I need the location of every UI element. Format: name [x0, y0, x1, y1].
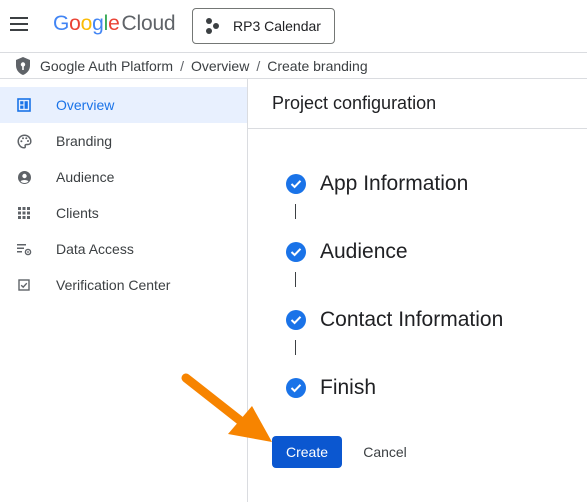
palette-icon — [15, 132, 33, 150]
sidebar-item-label: Clients — [56, 205, 99, 221]
person-icon — [15, 168, 33, 186]
step-connector — [295, 340, 296, 355]
sidebar-item-label: Data Access — [56, 241, 134, 257]
sidebar-item-overview[interactable]: Overview — [0, 87, 247, 123]
shield-icon — [16, 56, 30, 75]
breadcrumb-separator: / — [256, 57, 261, 74]
breadcrumb-current: Create branding — [267, 57, 368, 74]
breadcrumb-auth-platform[interactable]: Google Auth Platform — [40, 58, 173, 74]
step-connector — [295, 204, 296, 219]
check-circle-icon — [286, 378, 306, 398]
sidebar-item-label: Audience — [56, 169, 115, 185]
main-content: Project configuration App Information Au… — [248, 79, 587, 502]
sidebar-item-label: Branding — [56, 133, 113, 149]
settings-list-icon — [15, 240, 33, 258]
sidebar: Overview Branding Audience Clients Data … — [0, 79, 248, 502]
logo-cloud: Cloud — [121, 12, 176, 35]
step-label: App Information — [320, 172, 469, 195]
check-circle-icon — [286, 310, 306, 330]
breadcrumb: Google Auth Platform / Overview / Create… — [0, 52, 587, 79]
step-finish: Finish — [286, 376, 376, 400]
create-button[interactable]: Create — [272, 436, 342, 468]
step-connector — [295, 272, 296, 287]
page-title: Project configuration — [248, 79, 587, 129]
check-circle-icon — [286, 174, 306, 194]
sidebar-item-data-access[interactable]: Data Access — [0, 231, 247, 267]
step-label: Contact Information — [320, 308, 504, 331]
sidebar-item-label: Overview — [56, 97, 115, 113]
sidebar-item-label: Verification Center — [56, 277, 171, 293]
sidebar-item-verification-center[interactable]: Verification Center — [0, 267, 247, 303]
breadcrumb-separator: / — [180, 57, 184, 74]
google-cloud-logo[interactable]: GoogleCloud — [53, 12, 176, 36]
project-picker-button[interactable]: RP3 Calendar — [192, 8, 335, 44]
menu-icon[interactable] — [10, 16, 30, 32]
sidebar-item-branding[interactable]: Branding — [0, 123, 247, 159]
step-label: Finish — [320, 376, 377, 399]
check-circle-icon — [286, 242, 306, 262]
project-icon — [205, 17, 223, 35]
step-app-information: App Information — [286, 172, 468, 196]
check-box-icon — [15, 276, 33, 294]
sidebar-item-clients[interactable]: Clients — [0, 195, 247, 231]
project-name: RP3 Calendar — [233, 18, 321, 34]
top-bar: GoogleCloud RP3 Calendar — [0, 0, 587, 52]
breadcrumb-overview[interactable]: Overview — [191, 58, 249, 74]
step-label: Audience — [320, 240, 408, 263]
step-contact-information: Contact Information — [286, 308, 503, 332]
grid-icon — [15, 204, 33, 222]
logo-google: Google — [53, 12, 120, 35]
step-audience: Audience — [286, 240, 408, 264]
sidebar-item-audience[interactable]: Audience — [0, 159, 247, 195]
cancel-button[interactable]: Cancel — [350, 436, 420, 468]
dashboard-icon — [15, 96, 33, 114]
